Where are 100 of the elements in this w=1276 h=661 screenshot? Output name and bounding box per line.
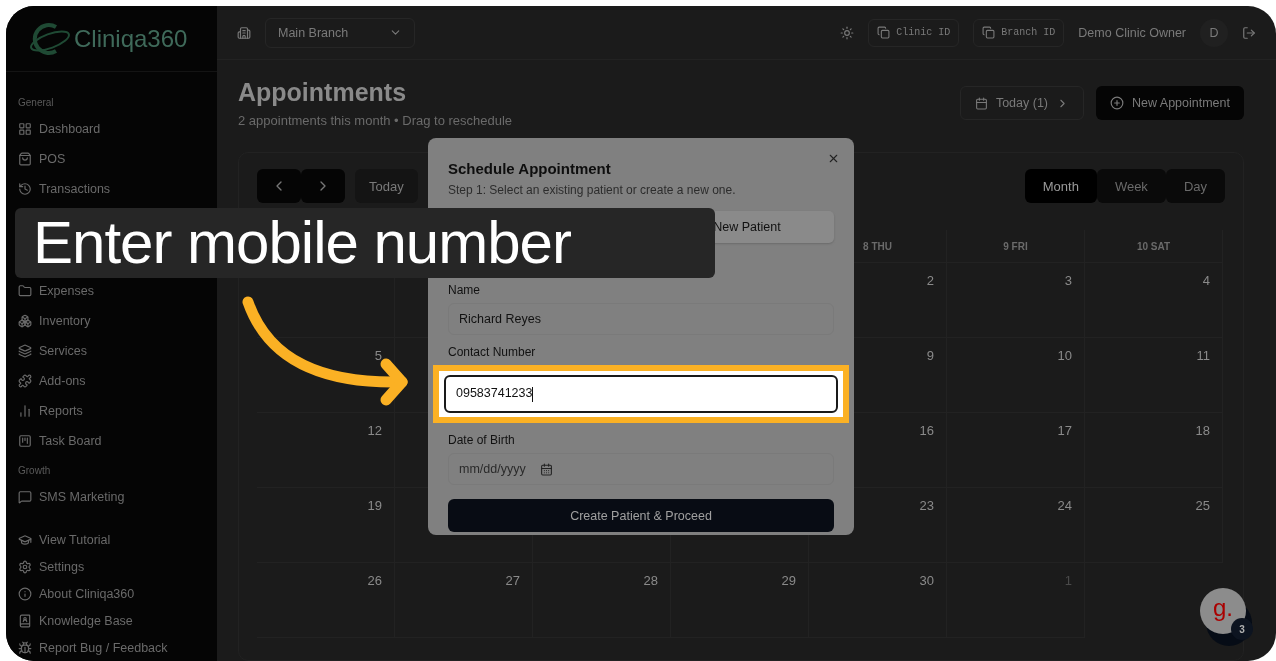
day-cell[interactable]: 10 (947, 338, 1085, 413)
graduation-cap-icon (18, 532, 32, 547)
sidebar-item-label: Add-ons (39, 374, 86, 388)
user-name: Demo Clinic Owner (1078, 25, 1186, 40)
day-cell[interactable]: 3 (947, 263, 1085, 338)
view-tab[interactable]: Day (1165, 169, 1225, 203)
sidebar-item-label: Settings (39, 559, 85, 574)
widget-logo: g. (1213, 594, 1233, 622)
copy-icon (877, 26, 891, 39)
puzzle-icon (18, 374, 32, 388)
message-icon (18, 490, 32, 504)
sidebar-item[interactable]: Report Bug / Feedback (18, 634, 168, 661)
dialog-subtitle: Step 1: Select an existing patient or create a new one. (448, 183, 737, 197)
page-subtitle: 2 appointments this month • Drag to reschedule (238, 113, 513, 128)
section-label: General (18, 96, 54, 110)
sidebar-item[interactable]: Inventory (18, 306, 91, 336)
new-appointment-button[interactable]: New Appointment (1096, 86, 1244, 120)
kanban-icon (18, 434, 32, 448)
info-icon (18, 586, 32, 601)
sidebar-item[interactable]: View Tutorial (18, 526, 111, 553)
sidebar-item[interactable]: SMS Marketing (18, 482, 125, 512)
day-cell[interactable]: 28 (533, 563, 671, 638)
sidebar-item-label: Services (39, 344, 87, 358)
copy-icon (982, 26, 996, 39)
day-cell[interactable]: 27 (395, 563, 533, 638)
sidebar-item[interactable]: Transactions (18, 174, 111, 204)
notification-badge: 3 (1231, 618, 1253, 640)
view-tab[interactable]: Week (1096, 169, 1166, 203)
branch-select[interactable]: Main Branch (265, 17, 415, 48)
input-field[interactable]: mm/dd/yyyy (448, 453, 834, 485)
bar-chart-icon (18, 404, 32, 418)
day-cell[interactable]: 26 (257, 563, 395, 638)
folder-icon (18, 284, 32, 298)
section-label: Growth (18, 464, 51, 478)
sun-icon[interactable] (840, 25, 855, 40)
sidebar-item-label: Transactions (39, 182, 111, 196)
field-label: Contact Number (448, 345, 537, 359)
today-button[interactable]: Today (355, 169, 418, 203)
sidebar-item-label: Knowledge Base (39, 613, 133, 628)
day-cell[interactable]: 19 (257, 488, 395, 563)
grid-icon (18, 122, 32, 136)
input-field[interactable]: 09583741233 (444, 375, 838, 413)
sidebar-item[interactable]: Task Board (18, 426, 102, 456)
sidebar-item-label: Dashboard (39, 122, 101, 136)
bag-icon (18, 152, 32, 166)
sidebar-item-label: About Cliniqa360 (39, 586, 135, 601)
sidebar-item[interactable]: About Cliniqa360 (18, 580, 135, 607)
weekday-header: 10 SAT (1085, 230, 1223, 263)
avatar: D (1200, 18, 1228, 47)
page-title: Appointments (238, 78, 408, 107)
sidebar-item[interactable]: Dashboard (18, 114, 101, 144)
day-cell[interactable]: 12 (257, 413, 395, 488)
create-patient-button[interactable]: Create Patient & Proceed (448, 499, 834, 532)
bug-icon (18, 640, 32, 655)
sidebar-item[interactable]: Expenses (18, 276, 94, 306)
sidebar-item[interactable]: Knowledge Base (18, 607, 133, 634)
caption-tooltip: Enter mobile number (15, 208, 715, 278)
sidebar-item[interactable]: Add-ons (18, 366, 86, 396)
field-label: Name (448, 283, 481, 297)
day-cell[interactable]: 18 (1085, 413, 1223, 488)
day-cell[interactable]: 24 (947, 488, 1085, 563)
day-cell[interactable]: 5 (257, 338, 395, 413)
sidebar-item-label: Report Bug / Feedback (39, 640, 168, 655)
sidebar-item[interactable]: Services (18, 336, 87, 366)
sidebar-item-label: View Tutorial (39, 532, 111, 547)
sidebar-item-label: Task Board (39, 434, 102, 448)
calendar-icon (974, 96, 988, 110)
day-cell[interactable]: 17 (947, 413, 1085, 488)
sidebar-item-label: Inventory (39, 314, 91, 328)
logout-icon[interactable] (1242, 25, 1256, 40)
plus-circle-icon (1110, 96, 1124, 110)
sidebar-item-label: POS (39, 152, 66, 166)
today-button[interactable]: Today (1) (959, 86, 1084, 120)
day-cell[interactable]: 30 (809, 563, 947, 638)
calendar-icon (539, 462, 553, 476)
input-field[interactable]: Richard Reyes (448, 303, 834, 335)
history-icon (18, 182, 32, 196)
sidebar-item[interactable]: Settings (18, 553, 85, 580)
building-icon (237, 25, 251, 40)
day-cell[interactable]: 4 (1085, 263, 1223, 338)
sidebar-item-label: Expenses (39, 284, 94, 298)
branch-id-button[interactable]: Branch ID (973, 18, 1065, 47)
settings-icon (18, 559, 32, 574)
weekday-header: 9 FRI (947, 230, 1085, 263)
sidebar-item[interactable]: POS (18, 144, 66, 174)
clinic-id-button[interactable]: Clinic ID (868, 18, 960, 47)
day-cell[interactable]: 11 (1085, 338, 1223, 413)
logo-text: Cliniqa360 (74, 24, 188, 53)
layers-icon (18, 344, 32, 358)
day-cell[interactable]: 29 (671, 563, 809, 638)
book-icon (18, 613, 32, 628)
sidebar-item-label: Reports (39, 404, 83, 418)
day-cell[interactable]: 25 (1085, 488, 1223, 563)
close-button[interactable] (827, 152, 840, 165)
sidebar-item[interactable]: Reports (18, 396, 83, 426)
dialog-title: Schedule Appointment (448, 160, 612, 177)
view-tab[interactable]: Month (1024, 169, 1097, 203)
boxes-icon (18, 314, 32, 328)
field-label: Date of Birth (448, 433, 516, 447)
sidebar-item-label: SMS Marketing (39, 490, 125, 504)
